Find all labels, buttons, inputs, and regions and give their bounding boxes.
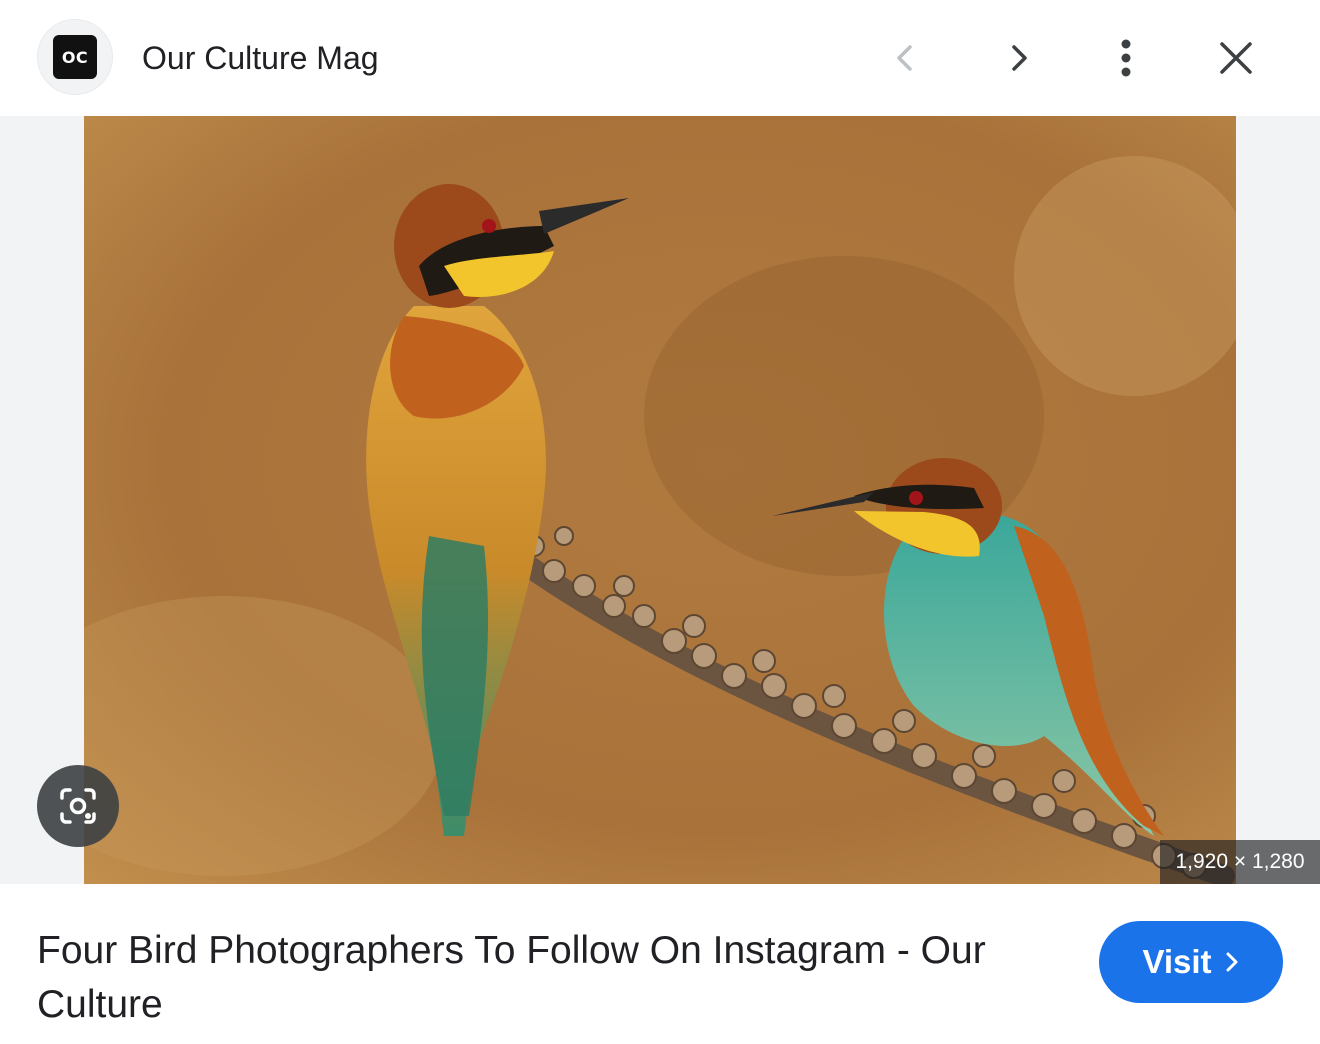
site-name[interactable]: Our Culture Mag (142, 38, 379, 78)
visit-button-label: Visit (1142, 943, 1212, 980)
next-button[interactable] (986, 26, 1050, 90)
bird-photo (84, 116, 1236, 884)
visit-button[interactable]: Visit (1099, 921, 1283, 1003)
result-title[interactable]: Four Bird Photographers To Follow On Ins… (37, 924, 1067, 1032)
previous-button[interactable] (874, 26, 938, 90)
site-logo: OC (53, 35, 97, 79)
preview-image[interactable] (84, 116, 1236, 884)
close-button[interactable] (1204, 26, 1268, 90)
image-dimensions-badge: 1,920 × 1,280 (1160, 840, 1320, 884)
header: OC Our Culture Mag (0, 0, 1320, 116)
chevron-right-icon (1012, 45, 1027, 71)
image-stage: 1,920 × 1,280 (0, 116, 1320, 884)
close-icon (1220, 42, 1252, 74)
google-lens-button[interactable] (37, 765, 119, 847)
chevron-right-icon (1224, 951, 1240, 973)
result-footer: Four Bird Photographers To Follow On Ins… (0, 884, 1320, 1044)
more-options-button[interactable] (1094, 26, 1158, 90)
site-favicon[interactable]: OC (37, 19, 113, 95)
chevron-left-icon (897, 45, 912, 71)
lens-icon (60, 788, 96, 824)
more-vert-icon (1121, 39, 1131, 77)
